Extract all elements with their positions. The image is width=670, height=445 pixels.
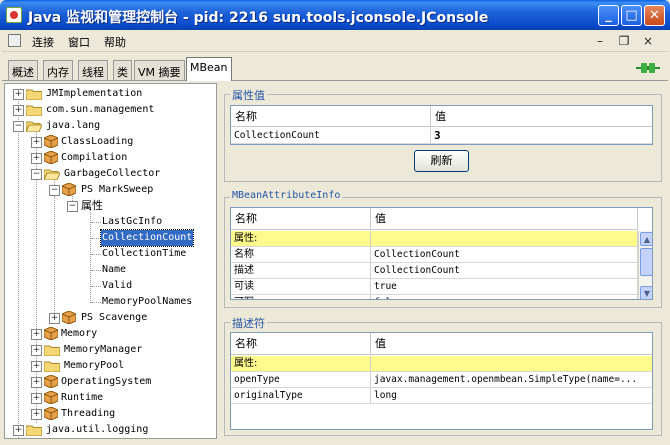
inner-restore-button[interactable]: ❐ <box>614 32 634 50</box>
java-app-icon[interactable] <box>6 7 22 23</box>
table-row[interactable]: CollectionCount 3 <box>231 128 652 144</box>
folder-icon <box>26 425 42 436</box>
scroll-down-icon[interactable]: ▼ <box>640 286 652 299</box>
column-header-value[interactable]: 值 <box>371 333 652 355</box>
mbean-icon <box>44 391 58 404</box>
maximize-button[interactable]: □ <box>621 5 642 26</box>
tree-node-collectiontime[interactable]: CollectionTime <box>102 246 186 262</box>
descriptor-legend: 描述符 <box>230 315 267 331</box>
mbean-icon <box>44 151 58 164</box>
menu-help[interactable]: 帮助 <box>104 34 126 50</box>
expand-toggle-icon[interactable]: + <box>31 153 42 164</box>
expand-toggle-icon[interactable]: + <box>31 377 42 388</box>
mbean-attribute-info-legend: MBeanAttributeInfo <box>230 190 343 201</box>
table-row[interactable]: openType javax.management.openmbean.Simp… <box>231 372 652 388</box>
expand-toggle-icon[interactable]: + <box>31 137 42 148</box>
vertical-scrollbar[interactable]: ▲ ▼ <box>638 231 652 299</box>
column-header-value[interactable]: 值 <box>431 106 652 127</box>
descriptor-table: 名称 值 属性: openType javax.management.openm… <box>230 332 653 430</box>
table-header: 名称 值 <box>231 333 652 355</box>
tree-node-valid[interactable]: Valid <box>102 278 132 294</box>
table-header: 名称 值 <box>231 106 652 127</box>
folder-icon <box>44 345 60 356</box>
table-row[interactable]: 描述 CollectionCount <box>231 263 638 279</box>
minimize-button[interactable]: _ <box>598 5 619 26</box>
tab-mbean[interactable]: MBean <box>186 57 232 81</box>
expand-toggle-icon[interactable]: + <box>31 345 42 356</box>
attribute-value-table: 名称 值 CollectionCount 3 <box>230 105 653 145</box>
expand-toggle-icon[interactable]: + <box>31 409 42 420</box>
mbean-tree[interactable]: + JMImplementation + com.sun.management … <box>4 83 217 439</box>
connection-status-icon[interactable] <box>636 61 660 75</box>
mbean-icon <box>44 407 58 420</box>
expand-toggle-icon[interactable]: + <box>13 425 24 436</box>
mbean-icon <box>44 327 58 340</box>
table-row[interactable]: 属性: <box>231 231 638 247</box>
tab-memory[interactable]: 内存 <box>43 60 73 80</box>
expand-toggle-icon[interactable]: + <box>49 313 60 324</box>
tab-overview[interactable]: 概述 <box>8 60 38 80</box>
mbean-icon <box>62 183 76 196</box>
tab-vm-summary[interactable]: VM 摘要 <box>134 60 185 80</box>
expand-toggle-icon[interactable]: + <box>31 361 42 372</box>
tab-threads[interactable]: 线程 <box>78 60 108 80</box>
collapse-toggle-icon[interactable]: − <box>67 201 78 212</box>
mbean-icon <box>44 375 58 388</box>
inner-minimize-button[interactable]: – <box>590 32 610 50</box>
tree-node-memorypoolnames[interactable]: MemoryPoolNames <box>102 294 192 310</box>
collapse-toggle-icon[interactable]: − <box>49 185 60 196</box>
expand-toggle-icon[interactable]: + <box>13 89 24 100</box>
tree-node-name[interactable]: Name <box>102 262 126 278</box>
menu-connect[interactable]: 连接 <box>32 34 54 50</box>
table-row[interactable]: 名称 CollectionCount <box>231 247 638 263</box>
tab-divider <box>2 80 668 81</box>
mbean-icon <box>44 135 58 148</box>
table-row[interactable]: 可读 true <box>231 279 638 295</box>
expand-toggle-icon[interactable]: + <box>31 329 42 340</box>
collapse-toggle-icon[interactable]: − <box>31 169 42 180</box>
tree-node-lastgcinfo[interactable]: LastGcInfo <box>102 214 162 230</box>
table-row[interactable]: 属性: <box>231 356 652 372</box>
column-header-name[interactable]: 名称 <box>231 106 431 127</box>
menu-window[interactable]: 窗口 <box>68 34 90 50</box>
expand-toggle-icon[interactable]: + <box>31 393 42 404</box>
open-folder-icon <box>44 169 60 180</box>
expand-toggle-icon[interactable]: + <box>13 105 24 116</box>
table-row[interactable]: originalType long <box>231 388 652 404</box>
mbean-icon <box>62 311 76 324</box>
scroll-thumb[interactable] <box>640 248 652 276</box>
folder-icon <box>44 361 60 372</box>
column-header-name[interactable]: 名称 <box>231 208 371 230</box>
attribute-name-cell: CollectionCount <box>231 128 431 143</box>
attribute-value-cell[interactable]: 3 <box>431 128 652 143</box>
refresh-button[interactable]: 刷新 <box>414 150 469 172</box>
table-header: 名称 值 <box>231 208 638 230</box>
window-title: Java 监视和管理控制台 - pid: 2216 sun.tools.jcon… <box>28 10 489 26</box>
title-bar: Java 监视和管理控制台 - pid: 2216 sun.tools.jcon… <box>0 0 670 30</box>
split-pane-divider[interactable] <box>217 83 221 439</box>
folder-icon <box>26 105 42 116</box>
open-folder-icon <box>26 121 42 132</box>
collapse-toggle-icon[interactable]: − <box>13 121 24 132</box>
scroll-up-icon[interactable]: ▲ <box>640 232 652 246</box>
mbean-attribute-info-table: 名称 值 属性: 名称 CollectionCount 描述 Collectio… <box>230 207 653 300</box>
inner-close-button[interactable]: × <box>638 32 658 50</box>
column-header-value[interactable]: 值 <box>371 208 638 230</box>
tree-node-collectioncount[interactable]: CollectionCount <box>99 229 195 247</box>
tab-classes[interactable]: 类 <box>113 60 132 80</box>
attribute-value-legend: 属性值 <box>230 87 267 103</box>
app-menu-icon[interactable] <box>8 34 21 47</box>
column-header-name[interactable]: 名称 <box>231 333 371 355</box>
table-row[interactable]: 可写 false <box>231 295 638 299</box>
close-button[interactable]: ✕ <box>644 5 665 26</box>
menu-bar: 连接 窗口 帮助 <box>2 30 668 52</box>
folder-icon <box>26 89 42 100</box>
